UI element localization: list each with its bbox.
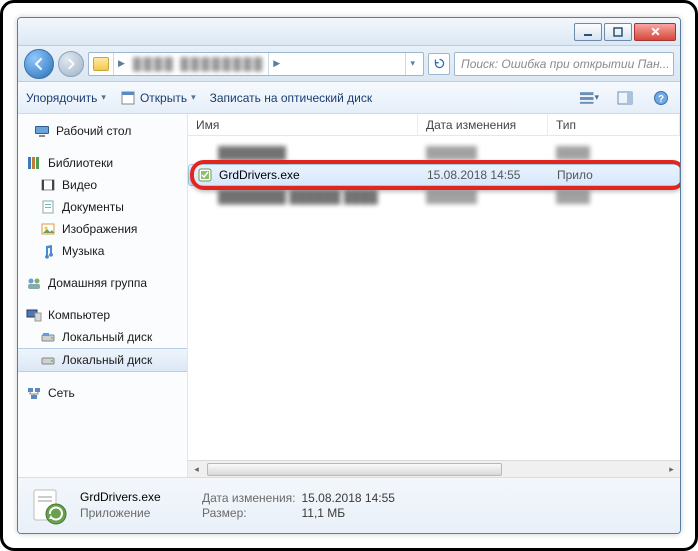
details-pane: GrdDrivers.exe Приложение Дата изменения… <box>18 477 680 533</box>
sidebar-item-network[interactable]: ▸ Сеть <box>18 382 187 404</box>
network-icon <box>26 385 42 401</box>
breadcrumb-path-blurred: ████ ████████ <box>133 57 264 71</box>
back-button[interactable] <box>24 49 54 79</box>
titlebar <box>18 18 680 46</box>
organize-label: Упорядочить <box>26 91 97 105</box>
sidebar-item-homegroup[interactable]: ▸ Домашняя группа <box>18 272 187 294</box>
svg-text:?: ? <box>658 94 664 105</box>
chevron-right-icon[interactable]: ▶ <box>268 53 284 75</box>
sidebar: Рабочий стол ▸ Библиотеки Видео Документ… <box>18 114 188 477</box>
chevron-down-icon[interactable]: ▾ <box>405 53 419 75</box>
file-type: Прило <box>549 168 679 182</box>
homegroup-icon <box>26 275 42 291</box>
header-date[interactable]: Дата изменения <box>418 114 548 135</box>
sidebar-item-label: Рабочий стол <box>56 124 131 138</box>
libraries-icon <box>26 155 42 171</box>
list-item[interactable]: ████████ ██████████ <box>188 142 680 164</box>
sidebar-item-label: Домашняя группа <box>48 276 147 290</box>
navbar: ▶ ████ ████████ ▶ ▾ Поиск: Ошибка при от… <box>18 46 680 82</box>
details-mod-label: Дата изменения: <box>202 491 296 505</box>
file-list: Имя Дата изменения Тип ████████ ████████… <box>188 114 680 477</box>
sidebar-item-libraries[interactable]: ▸ Библиотеки <box>18 152 187 174</box>
column-headers: Имя Дата изменения Тип <box>188 114 680 136</box>
details-file-icon <box>28 486 68 526</box>
details-size-value: 11,1 МБ <box>302 506 395 520</box>
computer-icon <box>26 307 42 323</box>
disk-icon <box>40 329 56 345</box>
sidebar-item-documents[interactable]: Документы <box>18 196 187 218</box>
refresh-button[interactable] <box>428 53 450 75</box>
file-name: GrdDrivers.exe <box>219 168 300 182</box>
sidebar-item-label: Видео <box>62 178 97 192</box>
close-button[interactable] <box>634 23 676 41</box>
sidebar-item-label: Сеть <box>48 386 75 400</box>
minimize-button[interactable] <box>574 23 602 41</box>
body: Рабочий стол ▸ Библиотеки Видео Документ… <box>18 114 680 477</box>
search-placeholder: Поиск: Ошибка при открытии Пан... <box>461 57 670 71</box>
exe-icon <box>197 167 213 183</box>
file-date: 15.08.2018 14:55 <box>419 168 549 182</box>
documents-icon <box>40 199 56 215</box>
disk-icon <box>40 352 56 368</box>
sidebar-item-label: Локальный диск <box>62 353 152 367</box>
header-type[interactable]: Тип <box>548 114 680 135</box>
horizontal-scrollbar[interactable]: ◂ ▸ <box>188 460 680 477</box>
help-button[interactable]: ? <box>650 87 672 109</box>
search-input[interactable]: Поиск: Ошибка при открытии Пан... <box>454 52 674 76</box>
sidebar-item-music[interactable]: Музыка <box>18 240 187 262</box>
breadcrumb[interactable]: ▶ ████ ████████ ▶ ▾ <box>88 52 424 76</box>
video-icon <box>40 177 56 193</box>
header-name[interactable]: Имя <box>188 114 418 135</box>
pictures-icon <box>40 221 56 237</box>
sidebar-item-label: Изображения <box>62 222 137 236</box>
details-size-label: Размер: <box>202 506 296 520</box>
organize-menu[interactable]: Упорядочить <box>26 91 106 105</box>
list-item-selected[interactable]: GrdDrivers.exe 15.08.2018 14:55 Прило <box>188 164 680 186</box>
sidebar-item-label: Компьютер <box>48 308 110 322</box>
sidebar-item-video[interactable]: Видео <box>18 174 187 196</box>
burn-button[interactable]: Записать на оптический диск <box>210 91 373 105</box>
open-label: Открыть <box>140 91 187 105</box>
maximize-button[interactable] <box>604 23 632 41</box>
scroll-left-icon[interactable]: ◂ <box>188 461 205 478</box>
details-file-type: Приложение <box>80 506 190 522</box>
view-mode-button[interactable] <box>578 87 600 109</box>
scrollbar-thumb[interactable] <box>207 463 502 476</box>
open-button[interactable]: Открыть <box>120 90 196 106</box>
sidebar-item-label: Локальный диск <box>62 330 152 344</box>
sidebar-item-label: Библиотеки <box>48 156 113 170</box>
details-file-name: GrdDrivers.exe <box>80 490 190 506</box>
burn-label: Записать на оптический диск <box>210 91 373 105</box>
sidebar-item-computer[interactable]: ▾ Компьютер <box>18 304 187 326</box>
scroll-right-icon[interactable]: ▸ <box>663 461 680 478</box>
details-mod-value: 15.08.2018 14:55 <box>302 491 395 505</box>
sidebar-item-localdisk[interactable]: Локальный диск <box>18 326 187 348</box>
open-icon <box>120 90 136 106</box>
desktop-icon <box>34 123 50 139</box>
preview-pane-button[interactable] <box>614 87 636 109</box>
forward-button[interactable] <box>58 51 84 77</box>
sidebar-item-localdisk[interactable]: Локальный диск <box>18 348 187 372</box>
sidebar-item-label: Документы <box>62 200 124 214</box>
sidebar-item-desktop[interactable]: Рабочий стол <box>18 120 187 142</box>
toolbar: Упорядочить Открыть Записать на оптическ… <box>18 82 680 114</box>
sidebar-item-pictures[interactable]: Изображения <box>18 218 187 240</box>
explorer-window: ▶ ████ ████████ ▶ ▾ Поиск: Ошибка при от… <box>17 17 681 534</box>
sidebar-item-label: Музыка <box>62 244 104 258</box>
folder-icon <box>93 57 109 71</box>
music-icon <box>40 243 56 259</box>
list-item[interactable]: ████████ ██████ ████ ██████████ <box>188 186 680 208</box>
chevron-right-icon[interactable]: ▶ <box>113 53 129 75</box>
